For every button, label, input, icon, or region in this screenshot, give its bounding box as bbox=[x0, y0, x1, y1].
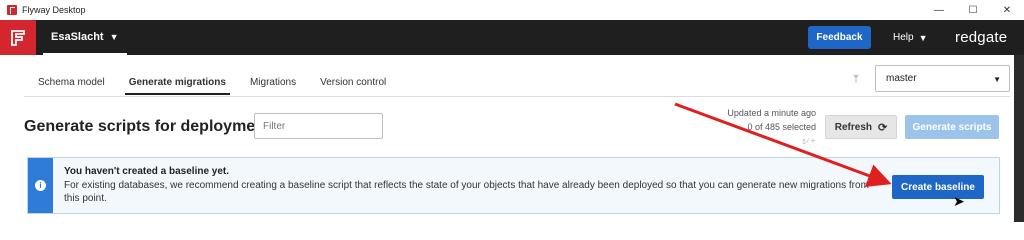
info-icon: i bbox=[35, 180, 46, 191]
baseline-info-banner: i You haven't created a baseline yet. Fo… bbox=[27, 157, 1000, 214]
tab-bar: Schema model Generate migrations Migrati… bbox=[30, 72, 402, 95]
window-title: Flyway Desktop bbox=[22, 5, 86, 15]
feedback-button[interactable]: Feedback bbox=[808, 26, 871, 49]
tab-version-control[interactable]: Version control bbox=[312, 72, 394, 94]
create-baseline-button[interactable]: Create baseline bbox=[892, 175, 984, 199]
flyway-app-icon bbox=[7, 5, 17, 15]
flyway-logo-icon bbox=[0, 20, 36, 55]
help-label: Help bbox=[893, 32, 914, 43]
page-title: Generate scripts for deployment bbox=[24, 118, 271, 135]
caret-down-icon: ▼ bbox=[993, 75, 1001, 84]
refresh-icon: ⟳ bbox=[878, 121, 888, 134]
main-content: Schema model Generate migrations Migrati… bbox=[10, 55, 1014, 222]
close-button[interactable]: ✕ bbox=[990, 0, 1024, 20]
branch-icon: ᛘ bbox=[853, 74, 859, 85]
generate-scripts-button[interactable]: Generate scripts bbox=[905, 115, 999, 139]
tabs-divider bbox=[24, 96, 1010, 97]
branch-select[interactable]: master ▼ bbox=[875, 65, 1010, 92]
chevron-down-icon: ▼ bbox=[109, 31, 119, 42]
minimize-button[interactable]: — bbox=[922, 0, 956, 20]
chevron-down-icon: ▼ bbox=[918, 32, 928, 43]
banner-side-strip: i bbox=[28, 158, 53, 213]
banner-text: For existing databases, we recommend cre… bbox=[64, 180, 869, 204]
selection-tools[interactable]: ▯ ⁄ ＋ bbox=[786, 136, 816, 145]
redgate-logo: redgate bbox=[955, 29, 1008, 46]
refresh-button[interactable]: Refresh ⟳ bbox=[825, 115, 897, 139]
window-titlebar: Flyway Desktop — ☐ ✕ bbox=[0, 0, 1024, 20]
updated-status: Updated a minute ago bbox=[727, 108, 816, 118]
mouse-cursor-icon: ➤ bbox=[953, 193, 965, 209]
window-controls: — ☐ ✕ bbox=[922, 0, 1024, 20]
filter-input[interactable] bbox=[254, 113, 383, 139]
project-selector[interactable]: EsaSlacht ▼ bbox=[43, 20, 127, 55]
selection-count: 0 of 485 selected bbox=[747, 122, 816, 132]
branch-value: master bbox=[886, 73, 917, 84]
help-menu[interactable]: Help ▼ bbox=[893, 20, 928, 55]
tab-schema-model[interactable]: Schema model bbox=[30, 72, 113, 94]
app-header: EsaSlacht ▼ Feedback Help ▼ redgate bbox=[0, 20, 1024, 55]
left-margin bbox=[0, 55, 10, 222]
right-dark-edge bbox=[1014, 55, 1024, 222]
banner-title: You haven't created a baseline yet. bbox=[64, 166, 230, 177]
maximize-button[interactable]: ☐ bbox=[956, 0, 990, 20]
tab-migrations[interactable]: Migrations bbox=[242, 72, 304, 94]
tab-generate-migrations[interactable]: Generate migrations bbox=[121, 72, 234, 95]
refresh-label: Refresh bbox=[834, 121, 873, 133]
project-name: EsaSlacht bbox=[51, 30, 104, 43]
